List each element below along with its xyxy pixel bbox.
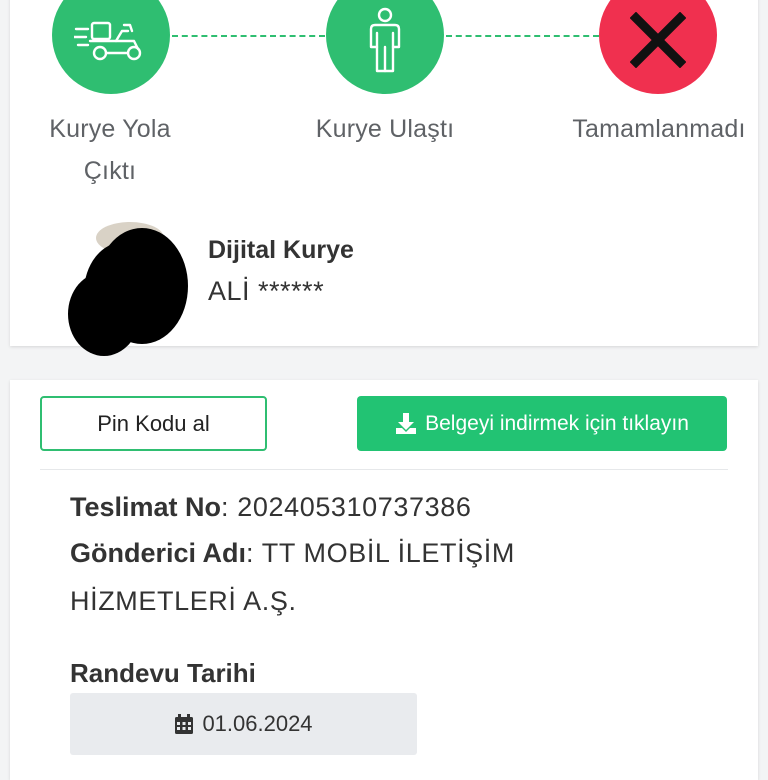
appointment-date-value: 01.06.2024 [202,711,313,736]
step-connector-1 [172,35,325,37]
download-document-label: Belgeyi indirmek için tıklayın [425,411,689,435]
step-label-line2: Çıktı [83,157,137,185]
appointment-date-field[interactable]: 01.06.2024 [70,693,417,755]
person-icon [365,7,405,78]
step-label-line1: Kurye Yola [49,115,171,143]
calendar-icon [174,713,194,735]
appointment-date-label: Randevu Tarihi [70,658,256,688]
courier-name: ALİ ****** [208,276,325,306]
delivery-number-value: : 202405310737386 [221,492,472,522]
courier-title: Dijital Kurye [208,236,354,264]
step-label-departed: Kurye Yola Çıktı [30,108,190,192]
delivery-number-row: Teslimat No: 202405310737386 [70,492,471,523]
sender-value: : TT MOBİL İLETİŞİM [246,538,515,568]
x-icon [629,11,687,73]
get-pin-code-button[interactable]: Pin Kodu al [40,396,267,451]
step-connector-2 [446,35,599,37]
step-label-line1: Kurye Ulaştı [315,115,455,143]
sender-label: Gönderici Adı [70,538,247,568]
step-label-arrived: Kurye Ulaştı [296,108,474,150]
delivery-number-label: Teslimat No [70,492,222,522]
download-document-button[interactable]: Belgeyi indirmek için tıklayın [357,396,727,451]
get-pin-code-label: Pin Kodu al [97,410,210,436]
avatar [66,222,190,356]
download-icon [395,412,417,436]
sender-value-continued: HİZMETLERİ A.Ş. [70,586,297,616]
sender-row: Gönderici Adı: TT MOBİL İLETİŞİM [70,538,515,569]
scooter-icon [72,17,148,68]
step-label-not-completed: Tamamlanmadı [556,108,762,150]
divider [40,469,728,470]
step-label-line1: Tamamlanmadı [572,115,746,143]
